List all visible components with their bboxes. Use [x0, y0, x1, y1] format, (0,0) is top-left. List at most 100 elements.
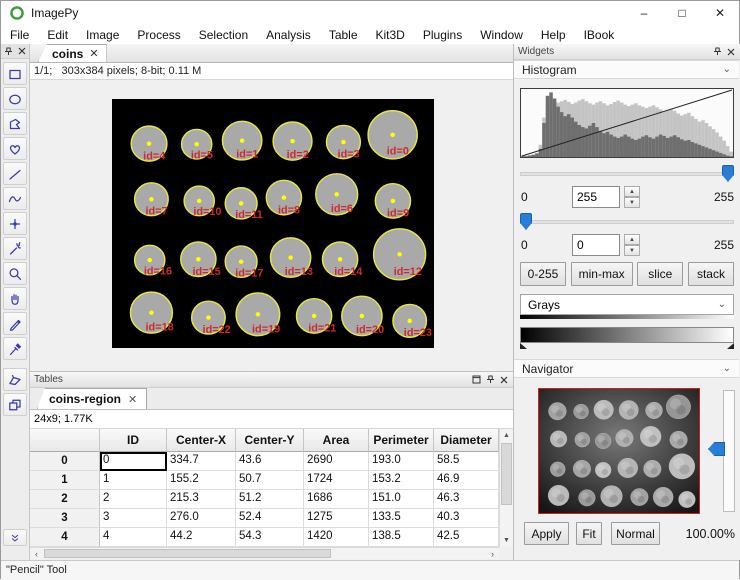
table-cell[interactable]: 1 [100, 471, 167, 490]
table-cell[interactable]: 151.0 [369, 490, 434, 509]
minimize-button[interactable]: – [625, 1, 663, 25]
close-button[interactable]: ✕ [701, 1, 739, 25]
row-index[interactable]: 3 [30, 509, 100, 528]
table-cell[interactable]: 43.6 [236, 452, 304, 471]
table-cell[interactable]: 46.3 [434, 490, 499, 509]
menu-help[interactable]: Help [532, 26, 575, 44]
table-cell[interactable]: 1686 [304, 490, 369, 509]
table-cell[interactable]: 1420 [304, 528, 369, 547]
row-index[interactable]: 0 [30, 452, 100, 471]
lut-select[interactable]: Grays ⌄ [520, 294, 734, 315]
row-index[interactable]: 2 [30, 490, 100, 509]
table-cell[interactable]: 42.5 [434, 528, 499, 547]
menu-window[interactable]: Window [471, 26, 532, 44]
scroll-left-icon[interactable]: ‹ [30, 549, 43, 559]
maximize-button[interactable]: □ [663, 1, 701, 25]
slider-track[interactable] [520, 172, 734, 176]
gradient-right-marker[interactable] [727, 343, 734, 349]
table-cell[interactable]: 50.7 [236, 471, 304, 490]
slice-button[interactable]: slice [637, 262, 683, 286]
column-header-diameter[interactable]: Diameter [434, 429, 499, 452]
table-cell[interactable]: 4 [100, 528, 167, 547]
min-level-slider[interactable] [520, 212, 734, 232]
min-value-input[interactable] [572, 234, 620, 256]
step-up-icon[interactable]: ▲ [624, 234, 640, 245]
move-tool-button[interactable] [3, 393, 27, 416]
tab-coins-region[interactable]: coins-region ✕ [37, 388, 147, 409]
lut-gradient-bar[interactable] [520, 327, 734, 343]
fill-tool-button[interactable] [3, 368, 27, 391]
min-max-button[interactable]: min-max [571, 262, 633, 286]
step-up-icon[interactable]: ▲ [624, 186, 640, 197]
table-cell[interactable]: 58.5 [434, 452, 499, 471]
row-index[interactable]: 4 [30, 528, 100, 547]
freehand-tool-button[interactable] [3, 137, 27, 160]
table-cell[interactable]: 40.3 [434, 509, 499, 528]
menu-table[interactable]: Table [320, 26, 367, 44]
close-icon[interactable] [726, 47, 736, 57]
table-cell[interactable]: 138.5 [369, 528, 434, 547]
image-canvas[interactable]: id=0id=1id=2id=3id=4id=5id=6id=7id=8id=9… [112, 99, 434, 348]
table-cell[interactable]: 193.0 [369, 452, 434, 471]
curve-tool-button[interactable] [3, 187, 27, 210]
navigator-zoom-thumb[interactable] [708, 442, 725, 456]
column-header-index[interactable] [30, 429, 100, 452]
rectangle-tool-button[interactable] [3, 62, 27, 85]
pin-icon[interactable] [3, 46, 13, 56]
navigator-section-header[interactable]: Navigator ⌄ [514, 359, 739, 378]
chevron-down-icon[interactable]: ⌄ [723, 363, 731, 374]
menu-analysis[interactable]: Analysis [257, 26, 320, 44]
max-value-input[interactable] [572, 186, 620, 208]
menu-edit[interactable]: Edit [38, 26, 77, 44]
column-header-center-y[interactable]: Center-Y [236, 429, 304, 452]
gradient-left-marker[interactable] [520, 343, 527, 349]
table-cell[interactable]: 334.7 [167, 452, 236, 471]
more-tools-button[interactable] [3, 529, 27, 546]
line-tool-button[interactable] [3, 162, 27, 185]
max-level-slider[interactable] [520, 164, 734, 184]
table-cell[interactable]: 153.2 [369, 471, 434, 490]
menu-plugins[interactable]: Plugins [414, 26, 471, 44]
table-cell[interactable]: 2690 [304, 452, 369, 471]
table-vertical-scrollbar[interactable]: ▲ ▼ [499, 429, 513, 547]
table-cell[interactable]: 46.9 [434, 471, 499, 490]
horizontal-scroll-thumb[interactable] [44, 549, 331, 558]
menu-image[interactable]: Image [77, 26, 128, 44]
min-slider-thumb[interactable] [520, 213, 532, 230]
table-cell[interactable]: 44.2 [167, 528, 236, 547]
column-header-id[interactable]: ID [100, 429, 167, 452]
column-header-area[interactable]: Area [304, 429, 369, 452]
navigator-thumbnail[interactable] [538, 388, 700, 514]
histogram-section-header[interactable]: Histogram ⌄ [514, 60, 739, 79]
row-index[interactable]: 1 [30, 471, 100, 490]
table-cell[interactable]: 0 [100, 452, 167, 471]
slider-track[interactable] [520, 220, 734, 224]
chevron-down-icon[interactable]: ⌄ [723, 64, 731, 75]
point-tool-button[interactable] [3, 212, 27, 235]
scroll-up-icon[interactable]: ▲ [500, 429, 513, 442]
table-cell[interactable]: 3 [100, 509, 167, 528]
close-icon[interactable] [499, 375, 509, 385]
pin-icon[interactable] [712, 47, 722, 57]
menu-process[interactable]: Process [128, 26, 189, 44]
apply-button[interactable]: Apply [524, 522, 569, 545]
table-cell[interactable]: 52.4 [236, 509, 304, 528]
menu-file[interactable]: File [1, 26, 38, 44]
table-cell[interactable]: 2 [100, 490, 167, 509]
table-cell[interactable]: 1275 [304, 509, 369, 528]
normal-button[interactable]: Normal [611, 522, 660, 545]
max-slider-thumb[interactable] [722, 165, 734, 182]
table-cell[interactable]: 276.0 [167, 509, 236, 528]
step-down-icon[interactable]: ▼ [624, 245, 640, 256]
table-cell[interactable]: 1724 [304, 471, 369, 490]
tab-coins[interactable]: coins ✕ [38, 44, 107, 62]
table-cell[interactable]: 51.2 [236, 490, 304, 509]
table-cell[interactable]: 54.3 [236, 528, 304, 547]
ellipse-tool-button[interactable] [3, 87, 27, 110]
0-255-button[interactable]: 0-255 [520, 262, 566, 286]
menu-kit3d[interactable]: Kit3D [367, 26, 414, 44]
zoom-tool-button[interactable] [3, 262, 27, 285]
menu-selection[interactable]: Selection [190, 26, 257, 44]
column-header-perimeter[interactable]: Perimeter [369, 429, 434, 452]
pencil-tool-button[interactable] [3, 312, 27, 335]
